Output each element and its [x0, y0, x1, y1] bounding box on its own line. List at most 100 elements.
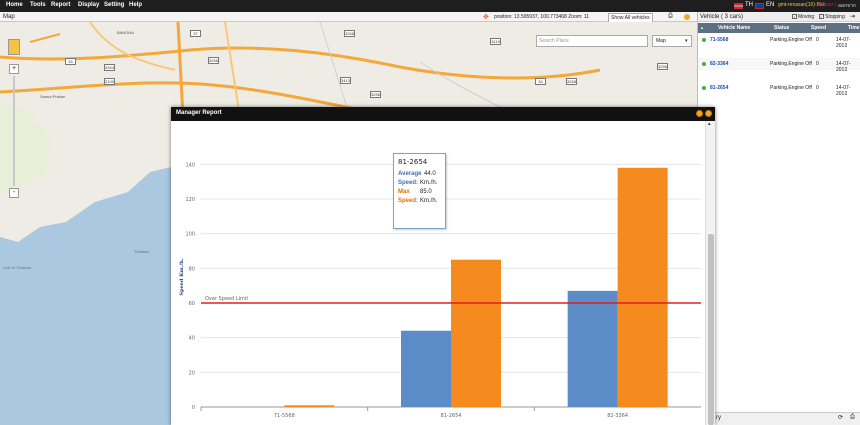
vehicle-row[interactable]: 71-5568 Parking,Engine Off 0 14-07-2013: [698, 34, 860, 49]
print-icon[interactable]: ⎙: [850, 414, 855, 421]
vehicle-time: 14-07-2013: [836, 37, 851, 49]
tooltip-avg-unit: Km./h.: [420, 180, 438, 186]
vehicle-speed: 0: [816, 85, 819, 91]
footer-label: ry: [716, 415, 721, 421]
tooltip-avg-label-2: Speed:: [398, 180, 419, 186]
tooltip-vehicle: 81-2654: [398, 158, 428, 166]
search-placeholder: Search Place: [539, 38, 569, 44]
road-badge: 3119: [490, 38, 501, 45]
refresh-icon[interactable]: ⟳: [838, 414, 843, 421]
road-badge: 34: [65, 58, 76, 65]
road-badge: 34: [535, 78, 546, 85]
map-title: Map: [3, 14, 15, 20]
road-badge: 3268: [344, 30, 355, 37]
lang-en[interactable]: EN: [766, 2, 774, 8]
tooltip-max-label-2: Speed:: [398, 198, 419, 204]
max-speed-bar: [617, 167, 668, 407]
menu-tools[interactable]: Tools: [30, 2, 46, 8]
road-badge: 37: [190, 30, 201, 37]
map-place-label: Thailand: [134, 249, 150, 254]
stopping-checkbox[interactable]: ✓: [819, 14, 824, 19]
max-speed-bar: [451, 259, 501, 407]
menu-display[interactable]: Display: [78, 2, 99, 8]
close-button[interactable]: [705, 110, 712, 117]
vehicle-panel: Vehicle ( 3 cars) ✓ Moving ✓ Stopping ⇥ …: [697, 12, 860, 425]
y-tick-label: 60: [189, 301, 195, 307]
user-role: | User |: [820, 2, 836, 8]
y-tick-label: 0: [192, 405, 195, 411]
lang-th[interactable]: TH: [745, 2, 753, 8]
zoom-out-button[interactable]: -: [9, 188, 19, 198]
vehicle-row[interactable]: 81-2654 Parking,Engine Off 0 14-07-2013: [698, 82, 860, 97]
zoom-in-button[interactable]: +: [9, 64, 19, 74]
average-speed-bar: [567, 290, 618, 407]
locate-icon[interactable]: ✥: [483, 13, 489, 21]
vehicle-table-header: ▴ Vehicle Name Status Speed Time: [698, 23, 860, 33]
road-badge: 3256: [657, 63, 668, 70]
top-menu-bar: Home Tools Report Display Setting Help T…: [0, 0, 860, 17]
position-readout: position: 13.595937, 100.773468 Zoom: 11: [494, 14, 589, 20]
dialog-title: Manager Report: [176, 110, 222, 116]
zoom-slider[interactable]: [13, 76, 15, 186]
street-view-pegman-icon[interactable]: [8, 39, 20, 55]
road-badge: 3413: [340, 77, 351, 84]
road-badge: 3256: [208, 57, 219, 64]
dialog-scrollbar[interactable]: ▴: [705, 121, 715, 425]
thai-flag-icon[interactable]: [734, 3, 743, 9]
settings-circle-icon[interactable]: [684, 14, 690, 20]
menu-home[interactable]: Home: [6, 2, 23, 8]
stopping-label: Stopping: [825, 14, 845, 20]
x-tick-label: 82-3364: [607, 413, 628, 419]
col-speed[interactable]: Speed: [811, 25, 826, 31]
tooltip-avg-label: Average: [398, 171, 422, 177]
vehicle-panel-title-bar: Vehicle ( 3 cars) ✓ Moving ✓ Stopping ⇥: [698, 12, 860, 22]
manager-report-dialog: Manager Report 0 20 40 60 80 100 120 140 Speed K…: [171, 107, 715, 425]
vehicle-name-link[interactable]: 71-5568: [710, 37, 728, 43]
vehicle-count-title: Vehicle ( 3 cars): [700, 14, 744, 20]
map-type-value: Map: [656, 38, 666, 44]
col-vehicle-name[interactable]: Vehicle Name: [718, 25, 750, 31]
scroll-thumb[interactable]: [708, 234, 714, 425]
max-speed-bar: [284, 405, 335, 407]
sort-icon[interactable]: ▴: [701, 25, 703, 30]
y-tick-label: 140: [185, 162, 195, 168]
export-icon[interactable]: ⇥: [850, 13, 855, 20]
chevron-down-icon: ▾: [685, 38, 688, 44]
menu-help[interactable]: Help: [129, 2, 142, 8]
scroll-up-icon[interactable]: ▴: [708, 121, 711, 127]
col-time[interactable]: Time: [848, 25, 860, 31]
col-status[interactable]: Status: [774, 25, 789, 31]
tooltip-max-value: 85.0: [420, 189, 432, 195]
x-tick-label: 81-2654: [441, 413, 462, 419]
dialog-title-bar[interactable]: Manager Report: [171, 107, 715, 121]
road-badge: 3344: [104, 64, 115, 71]
vehicle-speed: 0: [816, 37, 819, 43]
road-badge: 3256: [370, 91, 381, 98]
map-type-select[interactable]: Map ▾: [652, 35, 692, 47]
menu-report[interactable]: Report: [51, 2, 70, 8]
vehicle-time: 14-07-2013: [836, 61, 851, 73]
x-tick-label: 71-5568: [274, 413, 295, 419]
y-tick-label: 80: [189, 266, 195, 272]
tooltip-max-label: Max: [398, 189, 410, 195]
vehicle-speed: 0: [816, 61, 819, 67]
y-axis-label: Speed Km./h.: [179, 258, 185, 296]
vehicle-status: Parking,Engine Off: [770, 85, 812, 91]
minimize-button[interactable]: [696, 110, 703, 117]
vehicle-name-link[interactable]: 81-2654: [710, 85, 728, 91]
search-place-input[interactable]: Search Place: [536, 35, 648, 47]
moving-checkbox[interactable]: ✓: [792, 14, 797, 19]
tooltip-max-unit: Km./h.: [420, 198, 438, 204]
vehicle-name-link[interactable]: 82-3364: [710, 61, 728, 67]
chart-tooltip: 81-2654 Average 44.0 Speed: Km./h. Max 8…: [393, 153, 446, 229]
uk-flag-icon[interactable]: [755, 3, 764, 9]
print-icon[interactable]: ⎙: [668, 13, 673, 20]
vehicle-row[interactable]: 82-3364 Parking,Engine Off 0 14-07-2013: [698, 58, 860, 73]
vehicle-status: Parking,Engine Off: [770, 61, 812, 67]
user-name: gmt-renasan(10)-Bkk: [778, 2, 825, 8]
menu-setting[interactable]: Setting: [104, 2, 124, 8]
map-place-label: Gulf of Thailand: [3, 265, 32, 270]
status-dot-icon: [702, 62, 706, 66]
y-tick-label: 100: [185, 232, 195, 238]
vehicle-status: Parking,Engine Off: [770, 37, 812, 43]
